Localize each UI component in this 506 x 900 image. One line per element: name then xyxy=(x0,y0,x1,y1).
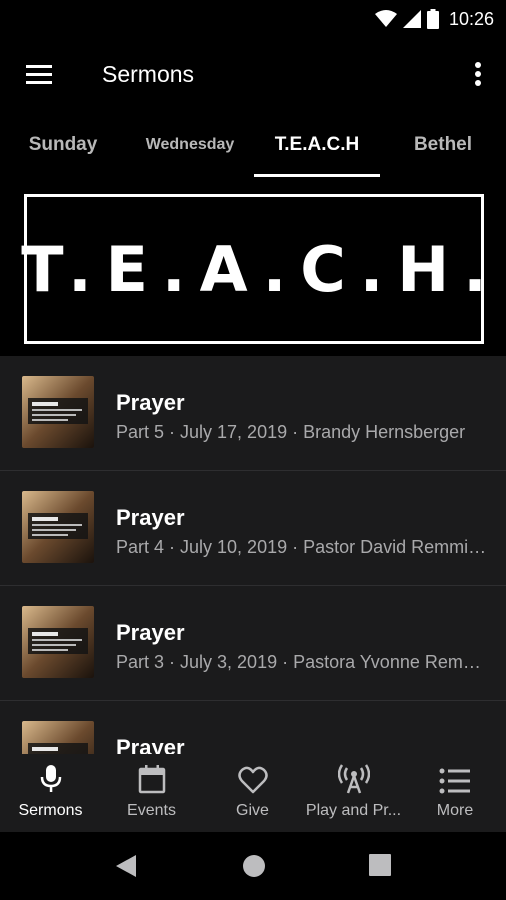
tab-sunday[interactable]: Sunday xyxy=(0,112,126,178)
wifi-icon xyxy=(374,10,397,27)
sermon-title: Prayer xyxy=(116,735,185,754)
signal-icon xyxy=(402,10,421,28)
banner-frame: T.E.A.C.H. xyxy=(21,194,487,344)
hamburger-menu-icon[interactable] xyxy=(24,62,54,88)
nav-label: Play and Pr... xyxy=(305,802,402,819)
sermon-subtitle: Part 3 · July 3, 2019 · Pastora Yvonne R… xyxy=(116,652,490,672)
status-time: 10:26 xyxy=(448,8,494,29)
nav-more[interactable]: More xyxy=(404,754,506,832)
broadcast-icon xyxy=(337,754,370,798)
tab-teach[interactable]: T.E.A.C.H xyxy=(254,112,380,178)
sermon-title: Prayer xyxy=(116,620,185,645)
banner-text: T.E.A.C.H. xyxy=(21,232,501,306)
series-banner: T.E.A.C.H. xyxy=(0,178,506,356)
sermon-list: Prayer Part 5 · July 17, 2019 · Brandy H… xyxy=(0,356,506,754)
nav-label: More xyxy=(436,802,474,819)
app-bar: Sermons xyxy=(0,38,506,112)
list-item[interactable]: Prayer xyxy=(0,701,506,754)
system-navigation-bar xyxy=(0,832,506,900)
list-item[interactable]: Prayer Part 5 · July 17, 2019 · Brandy H… xyxy=(0,356,506,471)
status-bar: 10:26 xyxy=(0,0,506,38)
nav-sermons[interactable]: Sermons xyxy=(0,754,101,832)
nav-label: Give xyxy=(236,802,269,819)
status-icons: 10:26 xyxy=(374,6,494,32)
sermon-title: Prayer xyxy=(116,505,185,530)
page-title: Sermons xyxy=(102,61,195,87)
nav-events[interactable]: Events xyxy=(101,754,202,832)
tab-bethel[interactable]: Bethel xyxy=(380,112,506,178)
sermon-subtitle: Part 4 · July 10, 2019 · Pastor David Re… xyxy=(116,537,490,557)
tab-indicator xyxy=(254,174,380,177)
home-icon[interactable] xyxy=(242,854,266,883)
back-icon[interactable] xyxy=(114,854,138,883)
sermon-subtitle: Part 5 · July 17, 2019 · Brandy Hernsber… xyxy=(116,422,466,442)
nav-give[interactable]: Give xyxy=(202,754,303,832)
more-vertical-icon[interactable] xyxy=(470,60,486,90)
microphone-icon xyxy=(40,754,62,798)
sermon-thumbnail xyxy=(22,606,94,678)
calendar-icon xyxy=(138,754,166,798)
tab-wednesday[interactable]: Wednesday xyxy=(126,112,254,178)
recents-icon[interactable] xyxy=(369,854,391,881)
nav-label: Events xyxy=(127,802,176,819)
list-icon xyxy=(439,754,471,798)
heart-icon xyxy=(237,754,268,798)
battery-icon xyxy=(426,9,439,29)
nav-play-and-pray[interactable]: Play and Pr... xyxy=(303,754,404,832)
sermon-title: Prayer xyxy=(116,390,185,415)
sermon-thumbnail xyxy=(22,491,94,563)
tab-bar: Sunday Wednesday T.E.A.C.H Bethel xyxy=(0,112,506,178)
sermon-thumbnail xyxy=(22,376,94,448)
list-item[interactable]: Prayer Part 3 · July 3, 2019 · Pastora Y… xyxy=(0,586,506,701)
bottom-navigation: Sermons Events Give Play and Pr... More xyxy=(0,754,506,832)
sermon-thumbnail xyxy=(22,721,94,754)
list-item[interactable]: Prayer Part 4 · July 10, 2019 · Pastor D… xyxy=(0,471,506,586)
nav-label: Sermons xyxy=(18,802,83,819)
